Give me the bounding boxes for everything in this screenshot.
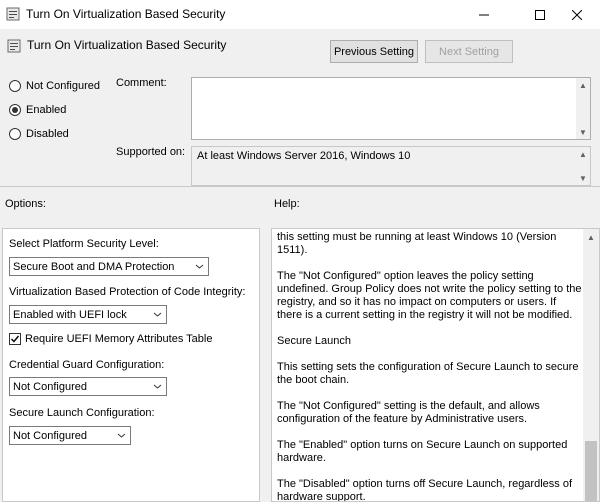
radio-disabled[interactable]: Disabled bbox=[9, 128, 69, 140]
scroll-up-icon[interactable]: ▲ bbox=[583, 229, 599, 245]
previous-setting-button[interactable]: Previous Setting bbox=[330, 40, 418, 63]
help-paragraph: This setting sets the configuration of S… bbox=[277, 361, 579, 386]
title-bar: Turn On Virtualization Based Security bbox=[0, 0, 600, 29]
platform-security-dropdown[interactable]: Secure Boot and DMA Protection bbox=[9, 257, 209, 276]
credential-guard-label: Credential Guard Configuration: bbox=[9, 359, 165, 371]
scroll-down-icon[interactable]: ▼ bbox=[576, 171, 590, 185]
platform-security-label: Select Platform Security Level: bbox=[9, 238, 159, 250]
comment-label: Comment: bbox=[116, 77, 167, 89]
options-pane: Select Platform Security Level: Secure B… bbox=[2, 228, 260, 502]
code-integrity-label: Virtualization Based Protection of Code … bbox=[9, 286, 246, 298]
help-paragraph: The "Disabled" option turns off Secure L… bbox=[277, 478, 573, 502]
dropdown-value: Enabled with UEFI lock bbox=[13, 308, 127, 321]
comment-textarea[interactable]: ▲ ▼ bbox=[191, 77, 591, 140]
help-scrollbar[interactable]: ▲ bbox=[583, 229, 599, 501]
supported-on-box: At least Windows Server 2016, Windows 10… bbox=[191, 146, 591, 186]
scrollbar-thumb[interactable] bbox=[585, 441, 597, 501]
help-text: this setting must be running at least Wi… bbox=[277, 231, 583, 502]
policy-name: Turn On Virtualization Based Security bbox=[27, 38, 227, 52]
chevron-down-icon bbox=[153, 384, 162, 389]
dropdown-value: Not Configured bbox=[13, 380, 87, 393]
code-integrity-dropdown[interactable]: Enabled with UEFI lock bbox=[9, 305, 167, 324]
minimize-button[interactable] bbox=[461, 0, 507, 29]
radio-circle[interactable] bbox=[9, 104, 21, 116]
scroll-up-icon[interactable]: ▲ bbox=[576, 147, 590, 161]
secure-launch-dropdown[interactable]: Not Configured bbox=[9, 426, 131, 445]
minimize-icon bbox=[479, 14, 489, 15]
close-button[interactable] bbox=[554, 0, 600, 29]
chevron-down-icon bbox=[117, 433, 126, 438]
window-title: Turn On Virtualization Based Security bbox=[26, 7, 226, 21]
supported-on-value: At least Windows Server 2016, Windows 10 bbox=[197, 150, 411, 162]
uefi-memory-checkbox[interactable] bbox=[9, 333, 21, 345]
help-heading: Help: bbox=[274, 198, 300, 210]
scroll-down-icon[interactable]: ▼ bbox=[576, 125, 590, 139]
close-icon bbox=[572, 9, 582, 20]
radio-label: Not Configured bbox=[26, 80, 100, 92]
policy-setting-icon bbox=[7, 39, 21, 56]
comment-scrollbar[interactable]: ▲ ▼ bbox=[576, 78, 590, 139]
uefi-memory-checkbox-row[interactable]: Require UEFI Memory Attributes Table bbox=[9, 333, 212, 345]
secure-launch-label: Secure Launch Configuration: bbox=[9, 407, 155, 419]
radio-label: Disabled bbox=[26, 128, 69, 140]
help-paragraph: The "Enabled" option turns on Secure Lau… bbox=[277, 439, 568, 464]
chevron-down-icon bbox=[195, 264, 204, 269]
radio-circle[interactable] bbox=[9, 128, 21, 140]
radio-label: Enabled bbox=[26, 104, 67, 116]
supported-on-label: Supported on: bbox=[116, 146, 186, 158]
maximize-icon bbox=[535, 9, 545, 20]
radio-circle[interactable] bbox=[9, 80, 21, 92]
next-setting-button[interactable]: Next Setting bbox=[425, 40, 513, 63]
chevron-down-icon bbox=[153, 312, 162, 317]
radio-enabled[interactable]: Enabled bbox=[9, 104, 66, 116]
dropdown-value: Not Configured bbox=[13, 429, 87, 442]
help-paragraph: this setting must be running at least Wi… bbox=[277, 231, 557, 256]
dropdown-value: Secure Boot and DMA Protection bbox=[13, 260, 175, 273]
help-paragraph: Secure Launch bbox=[277, 335, 351, 347]
policy-app-icon bbox=[6, 7, 20, 24]
help-pane: this setting must be running at least Wi… bbox=[271, 228, 600, 502]
supported-scrollbar[interactable]: ▲ ▼ bbox=[576, 147, 590, 185]
radio-not-configured[interactable]: Not Configured bbox=[9, 80, 100, 92]
checkmark-icon bbox=[11, 335, 20, 343]
section-divider bbox=[0, 186, 600, 187]
credential-guard-dropdown[interactable]: Not Configured bbox=[9, 377, 167, 396]
checkbox-label: Require UEFI Memory Attributes Table bbox=[25, 333, 213, 345]
help-paragraph: The "Not Configured" setting is the defa… bbox=[277, 400, 540, 425]
scroll-up-icon[interactable]: ▲ bbox=[576, 78, 590, 92]
help-paragraph: The "Not Configured" option leaves the p… bbox=[277, 270, 582, 321]
options-heading: Options: bbox=[5, 198, 46, 210]
